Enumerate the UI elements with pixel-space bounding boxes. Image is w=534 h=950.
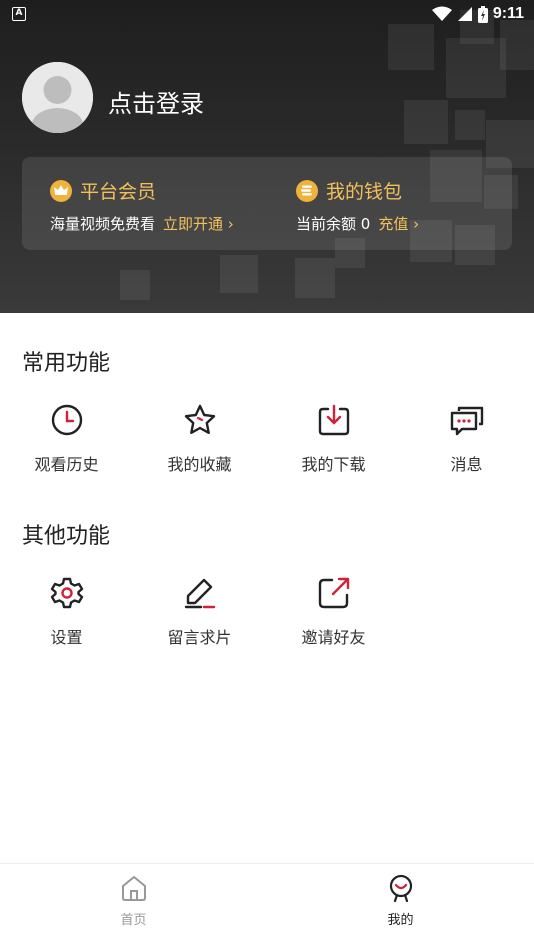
clock-icon — [51, 404, 82, 436]
status-bar: A 9:11 — [0, 0, 534, 28]
request-video-button[interactable]: 留言求片 — [133, 576, 266, 648]
invite-friends-button[interactable]: 邀请好友 — [267, 576, 400, 648]
gear-icon — [50, 577, 83, 609]
membership-card: 平台会员 海量视频免费看 立即开通 › 我的钱包 当前余额 0 充值 › — [22, 157, 512, 250]
watch-history-button[interactable]: 观看历史 — [0, 403, 133, 475]
profile-header: A 9:11 点击登录 平台会员 海量视频免费看 立即开通 › 我的钱包 当前余… — [0, 0, 534, 313]
my-favorites-button[interactable]: 我的收藏 — [133, 403, 266, 475]
nav-mine-label: 我的 — [387, 913, 414, 928]
share-icon — [318, 577, 349, 609]
other-functions-title: 其他功能 — [22, 524, 111, 549]
star-icon — [184, 404, 215, 434]
message-icon — [450, 406, 483, 436]
avatar[interactable] — [22, 62, 93, 133]
wifi-icon — [431, 6, 452, 21]
nav-mine[interactable]: 我的 — [267, 864, 534, 950]
home-icon — [121, 876, 146, 901]
signal-icon — [457, 7, 472, 21]
wallet-balance: 当前余额 0 — [296, 215, 371, 233]
app-notification-icon: A — [12, 7, 26, 21]
settings-button[interactable]: 设置 — [0, 576, 133, 648]
login-link[interactable]: 点击登录 — [108, 84, 204, 119]
my-downloads-button[interactable]: 我的下载 — [267, 403, 400, 475]
battery-icon — [477, 5, 488, 23]
download-icon — [318, 404, 349, 436]
profile-face-icon — [389, 874, 412, 902]
status-time: 9:11 — [492, 5, 524, 22]
vip-title: 平台会员 — [80, 181, 157, 203]
wallet-coin-icon — [296, 179, 318, 202]
nav-home-label: 首页 — [120, 913, 147, 928]
recharge-link[interactable]: 充值 › — [378, 215, 419, 233]
vip-subtitle: 海量视频免费看 — [50, 215, 156, 233]
bottom-navigation: 首页 我的 — [0, 863, 534, 950]
crown-icon — [50, 179, 72, 202]
default-avatar-icon — [22, 62, 93, 133]
wallet-title: 我的钱包 — [326, 181, 403, 203]
edit-icon — [184, 578, 215, 609]
common-functions-title: 常用功能 — [22, 351, 111, 376]
nav-home[interactable]: 首页 — [0, 864, 267, 950]
messages-button[interactable]: 消息 — [400, 403, 533, 475]
vip-open-link[interactable]: 立即开通 › — [163, 215, 234, 233]
